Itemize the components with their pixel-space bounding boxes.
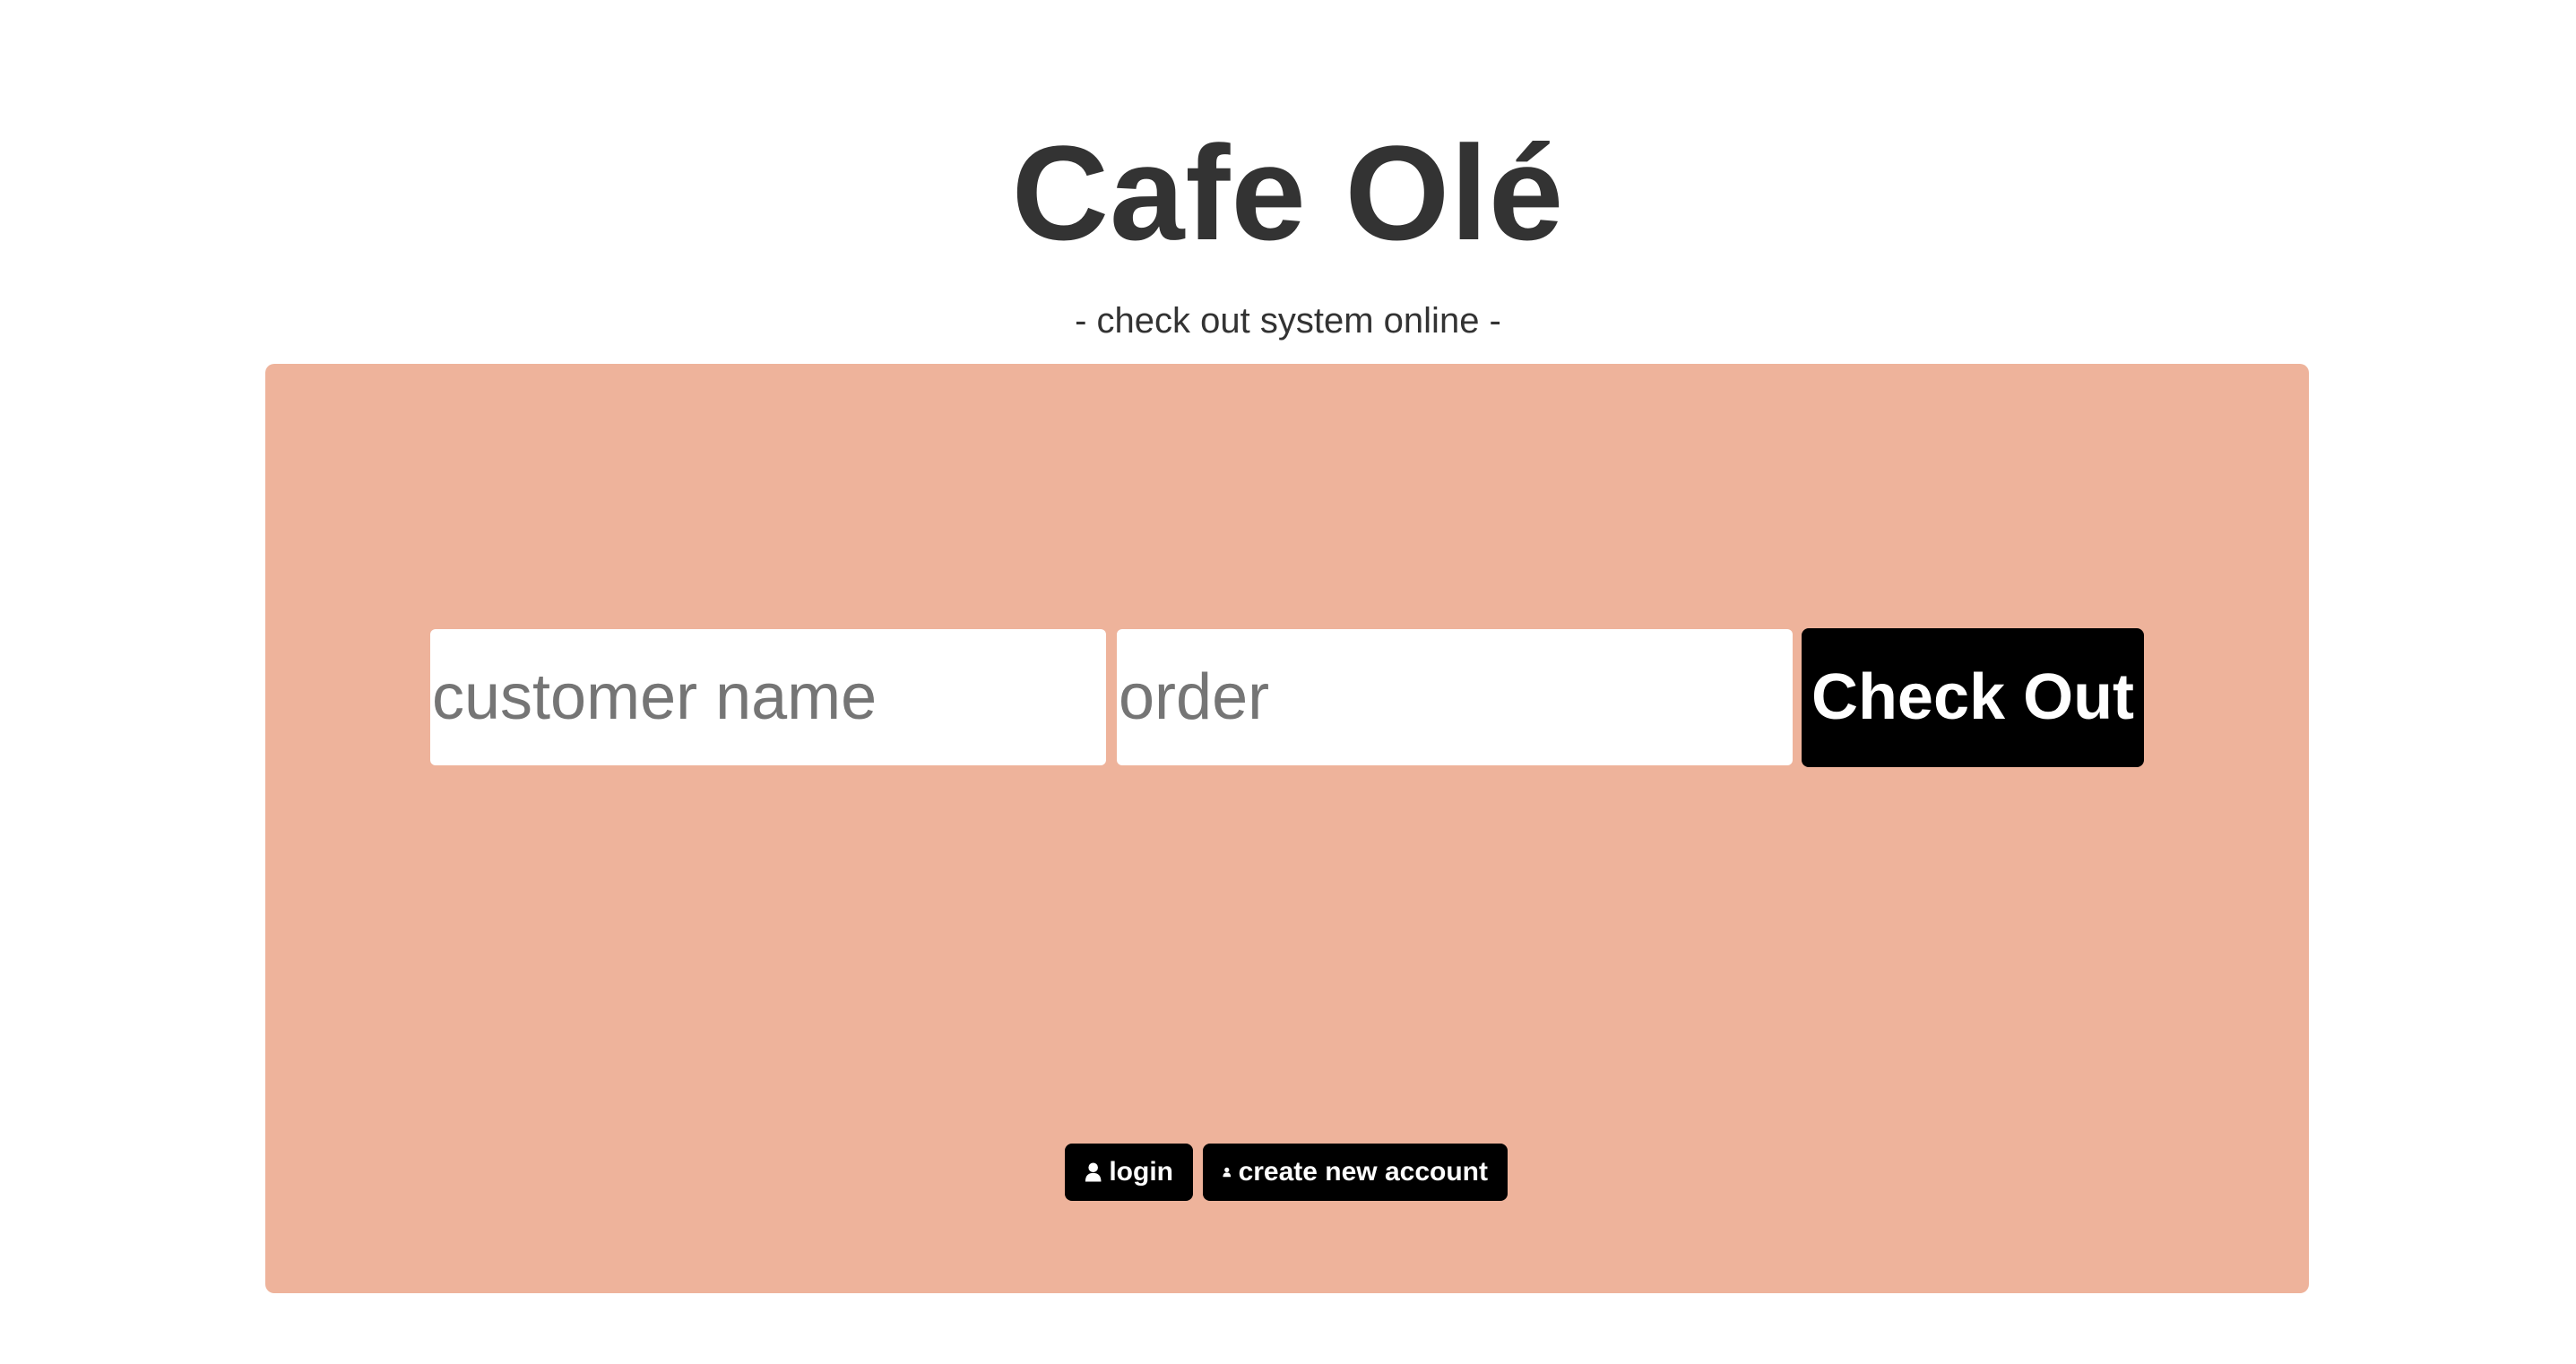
user-icon [1085,1162,1102,1182]
create-account-button[interactable]: create new account [1203,1144,1508,1201]
user-icon [1223,1167,1232,1178]
page-title: Cafe Olé [1011,117,1565,268]
page-subtitle: - check out system online - [1075,301,1501,341]
login-button[interactable]: login [1065,1144,1193,1201]
order-input[interactable] [1117,629,1793,765]
page: Cafe Olé - check out system online - Che… [0,0,2576,1364]
check-out-button[interactable]: Check Out [1802,628,2144,767]
login-label: login [1109,1157,1173,1187]
checkout-panel: Check Out login create new account [265,364,2309,1293]
customer-name-input[interactable] [430,629,1106,765]
create-account-label: create new account [1238,1157,1488,1187]
